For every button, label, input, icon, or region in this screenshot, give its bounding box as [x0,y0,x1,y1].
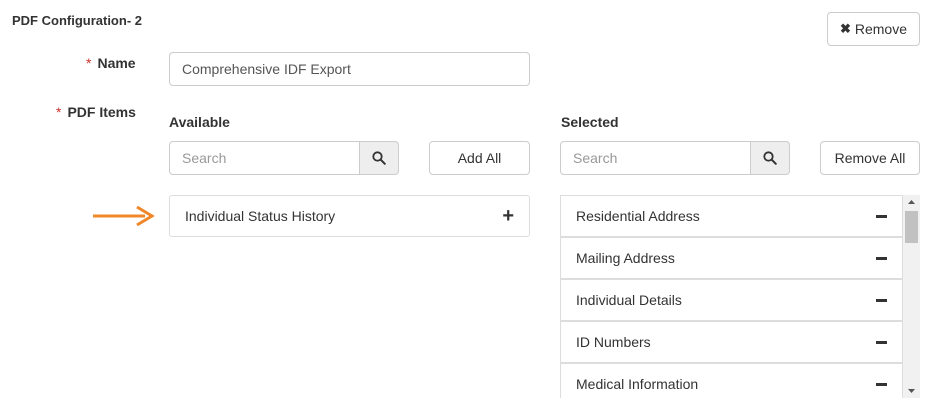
search-icon [372,151,386,165]
selected-item-label: Individual Details [576,292,682,308]
required-marker: * [56,104,62,120]
remove-button-label: Remove [854,21,908,37]
selected-item-label: Mailing Address [576,250,675,266]
pdf-items-label: * PDF Items [56,104,136,120]
scroll-up-arrow-icon[interactable] [903,195,920,209]
selected-heading: Selected [561,114,619,130]
selected-search-input[interactable]: Search [560,141,751,175]
selected-item-label: Residential Address [576,208,700,224]
selected-item-label: ID Numbers [576,334,651,350]
scroll-down-arrow-icon[interactable] [903,384,920,398]
name-field-label: * Name [86,55,136,71]
add-all-button[interactable]: Add All [429,141,530,175]
remove-all-button[interactable]: Remove All [820,141,920,175]
selected-item[interactable]: Medical Information [560,363,903,398]
selected-list: Residential Address Mailing Address Indi… [560,195,903,398]
minus-icon[interactable] [876,214,887,218]
available-item-label: Individual Status History [185,208,336,224]
minus-icon[interactable] [876,256,887,260]
section-title: PDF Configuration- 2 [12,13,142,28]
name-label-text: Name [97,55,136,71]
selected-item-label: Medical Information [576,376,699,392]
minus-icon[interactable] [876,340,887,344]
selected-item[interactable]: Residential Address [560,195,903,237]
minus-icon[interactable] [876,382,887,386]
selected-item[interactable]: Individual Details [560,279,903,321]
available-heading: Available [169,114,230,130]
name-input[interactable]: Comprehensive IDF Export [169,52,530,86]
scrollbar-thumb[interactable] [905,211,918,243]
selected-search-group: Search [560,141,790,175]
selected-item[interactable]: ID Numbers [560,321,903,363]
selected-item[interactable]: Mailing Address [560,237,903,279]
remove-configuration-button[interactable]: ✖ Remove [827,12,920,46]
plus-icon[interactable]: + [502,206,514,226]
minus-icon[interactable] [876,298,887,302]
search-icon [763,151,777,165]
required-marker: * [86,55,92,71]
pdf-items-label-text: PDF Items [67,104,136,120]
available-search-group: Search [169,141,399,175]
times-icon: ✖ [839,21,851,36]
available-search-input[interactable]: Search [169,141,360,175]
available-item[interactable]: Individual Status History + [169,195,530,237]
arrow-right-icon [93,205,155,227]
selected-search-button[interactable] [751,141,790,175]
available-search-button[interactable] [360,141,399,175]
